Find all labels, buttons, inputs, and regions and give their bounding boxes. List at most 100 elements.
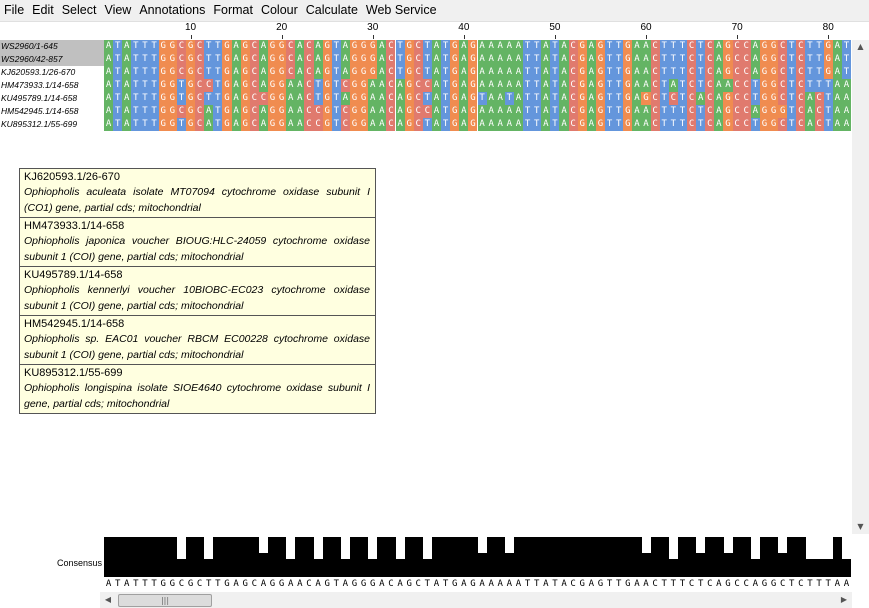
residue: C	[732, 118, 742, 131]
residue: A	[313, 53, 323, 66]
scroll-thumb[interactable]: |||	[118, 594, 212, 607]
residue: G	[185, 92, 196, 105]
sequence-name[interactable]: KU895312.1/55-699	[0, 118, 104, 131]
sequence-name[interactable]: KJ620593.1/26-670	[0, 66, 104, 79]
residue: G	[723, 53, 733, 66]
residue: T	[659, 118, 669, 131]
residue: T	[787, 118, 797, 131]
conservation-bar	[741, 537, 751, 577]
menu-item-view[interactable]: View	[100, 0, 135, 21]
residue: C	[732, 53, 742, 66]
residue: A	[395, 105, 405, 118]
menu-item-select[interactable]: Select	[58, 0, 101, 21]
residue: A	[832, 53, 842, 66]
sequence-name[interactable]: WS2960/1-645	[0, 40, 104, 53]
residue: T	[204, 92, 214, 105]
residue: T	[204, 40, 214, 53]
consensus-residue: T	[670, 579, 677, 589]
consensus-sequence: ATATTTGGCGCTTGAGCAGGAACAGTAGGGACAGCTATGA…	[104, 578, 851, 590]
residue: G	[450, 92, 460, 105]
tooltip-description: Ophiopholis kennerlyi voucher 10BIOBC-EC…	[24, 284, 370, 312]
residue: A	[805, 92, 815, 105]
consensus-residue: C	[178, 579, 185, 589]
consensus-residue: C	[743, 579, 749, 589]
residue: T	[140, 79, 150, 92]
residue: A	[122, 66, 132, 79]
residue: A	[477, 105, 487, 118]
residue: C	[705, 105, 715, 118]
residue: C	[422, 79, 432, 92]
residue: A	[559, 79, 569, 92]
consensus-residue: G	[451, 579, 458, 589]
residue: G	[158, 66, 168, 79]
residue: G	[359, 53, 369, 66]
sequence-row[interactable]: ATATTTGGCGCTTGAGCAGGCACAGTAGGGACTGCTATGA…	[104, 66, 851, 79]
residue: T	[696, 66, 706, 79]
sequence-row[interactable]: ATATTTGGCGCTTGAGCAGGCACAGTAGGGACTGCTATGA…	[104, 53, 851, 66]
scroll-right-icon[interactable]: ▶	[836, 592, 852, 608]
conservation-bar	[176, 559, 187, 577]
residue: A	[841, 92, 851, 105]
menu-item-format[interactable]: Format	[209, 0, 257, 21]
residue: T	[113, 79, 123, 92]
sequence-name[interactable]: HM542945.1/14-658	[0, 105, 104, 118]
consensus-residue: A	[297, 579, 303, 589]
sequence-row[interactable]: ATATTTGGCGCATGAGCAGGAACCGTCGGAACAGCCATGA…	[104, 105, 851, 118]
residue: A	[431, 105, 442, 118]
residue: T	[605, 105, 615, 118]
residue: A	[459, 118, 469, 131]
residue: T	[331, 40, 341, 53]
residue: T	[841, 66, 851, 79]
residue: A	[258, 105, 268, 118]
horizontal-scrollbar[interactable]: ◀ ||| ▶	[100, 592, 852, 608]
residue: T	[523, 118, 533, 131]
consensus-residue: T	[816, 579, 822, 589]
residue: T	[140, 66, 150, 79]
residue: T	[605, 66, 615, 79]
menu-item-file[interactable]: File	[0, 0, 28, 21]
sequence-name[interactable]: WS2960/42-857	[0, 53, 104, 66]
residue: T	[659, 53, 669, 66]
sequence-row[interactable]: ATATTTGGTGCTTGAGCCGGAACTGTAGGAACAGCTATGA…	[104, 92, 851, 105]
menu-item-web-service[interactable]: Web Service	[362, 0, 441, 21]
residue: A	[122, 105, 132, 118]
residue: T	[422, 118, 432, 131]
vertical-scrollbar[interactable]: ▲ ▼	[852, 40, 869, 534]
scroll-left-icon[interactable]: ◀	[100, 592, 116, 608]
residue: A	[104, 92, 114, 105]
residue: A	[258, 66, 268, 79]
sequence-row[interactable]: ATATTTGGTGCCTGAGCAGGAACTGTCGGAACAGCCATGA…	[104, 79, 851, 92]
sequence-row[interactable]: ATATTTGGTGCATGAGCAGGAACCGTCGGAACAGCTATGA…	[104, 118, 851, 131]
residue: A	[313, 66, 323, 79]
menu-item-annotations[interactable]: Annotations	[135, 0, 209, 21]
residue: G	[823, 40, 833, 53]
menu-item-edit[interactable]: Edit	[28, 0, 58, 21]
residue: C	[304, 118, 314, 131]
sequence-name[interactable]: HM473933.1/14-658	[0, 79, 104, 92]
residue: C	[778, 40, 788, 53]
conservation-bar	[632, 537, 642, 577]
residue: A	[714, 40, 724, 53]
residue: A	[377, 53, 387, 66]
residue: C	[313, 118, 323, 131]
residue: A	[295, 40, 305, 53]
residue: A	[750, 40, 760, 53]
residue: A	[632, 118, 642, 131]
residue: G	[450, 79, 460, 92]
tooltip-accession: HM473933.1/14-658	[24, 220, 125, 232]
residue: T	[550, 92, 560, 105]
scroll-up-icon[interactable]: ▲	[852, 40, 869, 54]
residue: A	[231, 118, 241, 131]
residue: T	[823, 105, 833, 118]
residue: C	[249, 79, 259, 92]
sequence-row[interactable]: ATATTTGGCGCTTGAGCAGGCACAGTAGGGACTGCTATGA…	[104, 40, 851, 53]
menu-item-calculate[interactable]: Calculate	[302, 0, 362, 21]
residue: T	[532, 66, 542, 79]
menu-item-colour[interactable]: Colour	[257, 0, 302, 21]
residue: T	[823, 79, 833, 92]
residue: G	[759, 92, 769, 105]
residue: C	[687, 118, 697, 131]
sequence-name[interactable]: KU495789.1/14-658	[0, 92, 104, 105]
scroll-down-icon[interactable]: ▼	[852, 520, 869, 534]
residue: C	[741, 105, 751, 118]
